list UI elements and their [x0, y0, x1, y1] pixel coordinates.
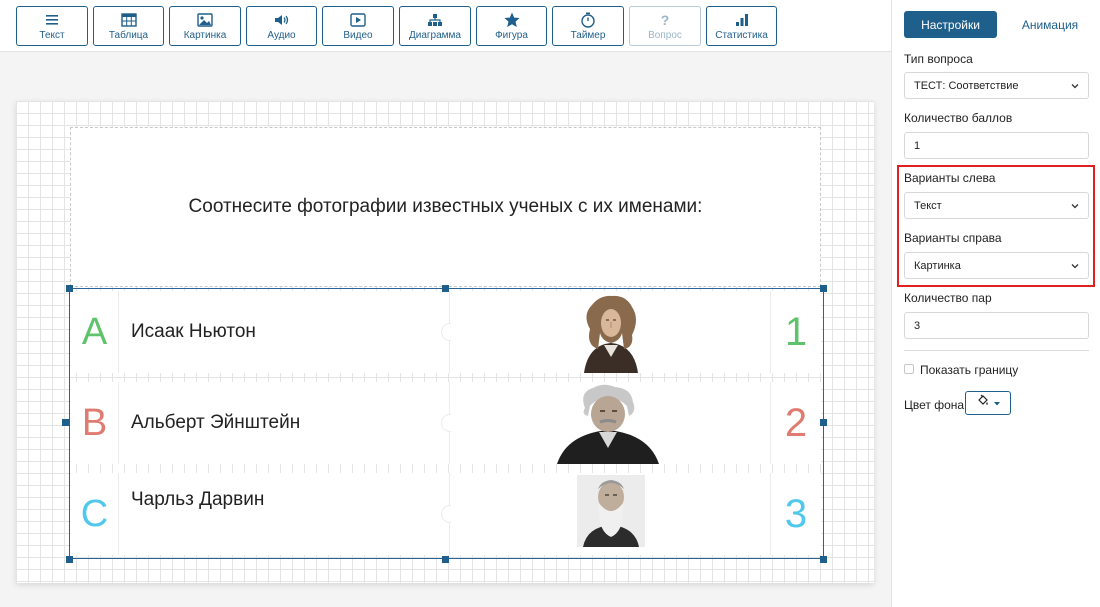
right-options-value: Картинка: [914, 259, 961, 272]
left-options-value: Текст: [914, 199, 942, 212]
insert-diagram-button[interactable]: Диаграмма: [399, 6, 471, 46]
insert-statistics-button[interactable]: Статистика: [706, 6, 777, 46]
insert-toolbar: Текст Таблица Картинка Аудио Видео Диагр…: [0, 0, 891, 52]
resize-handle[interactable]: [820, 285, 827, 292]
show-border-label: Показать границу: [920, 363, 1019, 377]
insert-video-button[interactable]: Видео: [322, 6, 394, 46]
insert-shape-label: Фигура: [495, 30, 528, 41]
divider: [904, 350, 1089, 351]
tab-animation[interactable]: Анимация: [1005, 11, 1095, 38]
points-label: Количество баллов: [904, 111, 1013, 125]
show-border-checkbox[interactable]: [904, 364, 914, 374]
insert-audio-button[interactable]: Аудио: [246, 6, 317, 46]
insert-statistics-label: Статистика: [715, 30, 768, 41]
insert-table-label: Таблица: [108, 30, 149, 41]
star-icon: [503, 11, 520, 29]
insert-audio-label: Аудио: [267, 30, 296, 41]
resize-handle[interactable]: [442, 556, 449, 563]
right-options-select[interactable]: Картинка: [904, 252, 1089, 279]
question-title-block[interactable]: Соотнесите фотографии известных ученых с…: [70, 127, 821, 287]
audio-icon: [274, 11, 290, 29]
chevron-down-icon: [1070, 81, 1080, 94]
selected-matching-block[interactable]: [69, 288, 824, 559]
text-lines-icon: [45, 11, 59, 29]
left-options-select[interactable]: Текст: [904, 192, 1089, 219]
stats-icon: [734, 11, 750, 29]
chevron-down-icon: [1070, 201, 1080, 214]
video-icon: [350, 11, 366, 29]
diagram-icon: [427, 11, 443, 29]
tab-settings[interactable]: Настройки: [904, 11, 997, 38]
insert-text-label: Текст: [39, 30, 65, 41]
timer-icon: [580, 11, 596, 29]
resize-handle[interactable]: [66, 285, 73, 292]
question-title: Соотнесите фотографии известных ученых с…: [188, 196, 703, 217]
question-type-value: ТЕСТ: Соответствие: [914, 79, 1019, 92]
insert-text-button[interactable]: Текст: [16, 6, 88, 46]
insert-question-label: Вопрос: [648, 30, 682, 41]
caret-down-icon: [993, 394, 1001, 412]
points-input[interactable]: 1: [904, 132, 1089, 159]
table-icon: [120, 11, 137, 29]
resize-handle[interactable]: [820, 419, 827, 426]
question-type-select[interactable]: ТЕСТ: Соответствие: [904, 72, 1089, 99]
bg-color-picker[interactable]: [965, 391, 1011, 415]
left-options-label: Варианты слева: [904, 171, 996, 185]
properties-panel: Настройки Анимация Тип вопроса ТЕСТ: Соо…: [891, 0, 1100, 607]
right-options-label: Варианты справа: [904, 231, 1002, 245]
resize-handle[interactable]: [820, 556, 827, 563]
insert-image-button[interactable]: Картинка: [169, 6, 241, 46]
insert-timer-label: Таймер: [570, 30, 606, 41]
insert-table-button[interactable]: Таблица: [93, 6, 164, 46]
bg-color-label: Цвет фона: [904, 398, 965, 412]
pairs-input[interactable]: 3: [904, 312, 1089, 339]
points-value: 1: [914, 139, 921, 152]
insert-shape-button[interactable]: Фигура: [476, 6, 547, 46]
insert-image-label: Картинка: [183, 30, 227, 41]
insert-timer-button[interactable]: Таймер: [552, 6, 624, 46]
question-type-label: Тип вопроса: [904, 52, 973, 66]
insert-diagram-label: Диаграмма: [408, 30, 461, 41]
question-icon: ?: [660, 12, 670, 28]
resize-handle[interactable]: [442, 285, 449, 292]
resize-handle[interactable]: [62, 419, 69, 426]
insert-question-button[interactable]: ? Вопрос: [629, 6, 701, 46]
pairs-label: Количество пар: [904, 291, 992, 305]
chevron-down-icon: [1070, 261, 1080, 274]
pairs-value: 3: [914, 319, 921, 332]
paint-bucket-icon: [976, 394, 990, 413]
resize-handle[interactable]: [66, 556, 73, 563]
image-icon: [197, 11, 213, 29]
insert-video-label: Видео: [343, 30, 373, 41]
